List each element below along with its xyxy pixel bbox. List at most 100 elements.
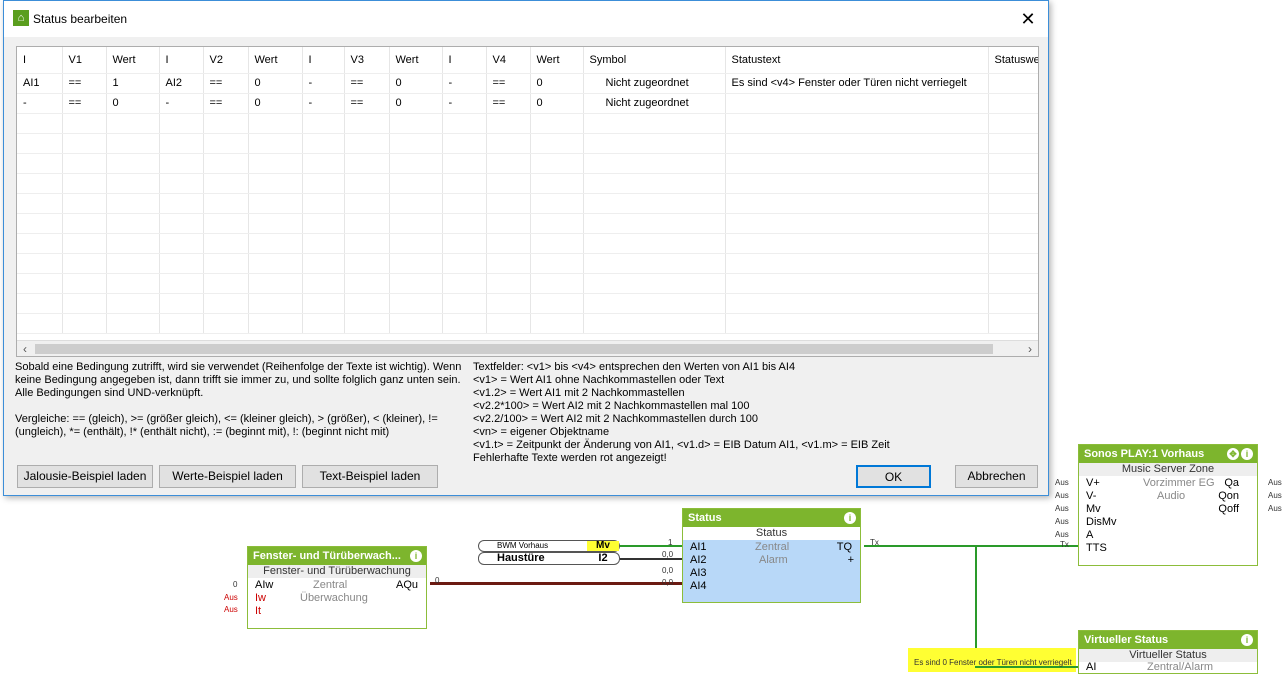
add-output-button[interactable]: + [848, 554, 854, 567]
table-cell[interactable]: - [442, 93, 487, 114]
input-pin[interactable]: V+ [1086, 477, 1100, 490]
table-row[interactable] [17, 213, 1038, 234]
input-pin[interactable]: A [1086, 529, 1093, 542]
input-pin[interactable]: AI1 [690, 541, 707, 554]
table-cell[interactable] [17, 253, 63, 274]
info-icon[interactable]: i [844, 512, 856, 524]
column-header[interactable]: V3 [344, 47, 390, 74]
table-cell[interactable] [62, 173, 107, 194]
table-cell[interactable] [106, 233, 160, 254]
table-cell[interactable] [442, 133, 487, 154]
table-cell[interactable] [248, 133, 303, 154]
table-cell[interactable] [389, 253, 443, 274]
horizontal-scrollbar[interactable]: ‹ › [17, 340, 1038, 356]
info-icon[interactable]: i [1241, 448, 1253, 460]
table-cell[interactable]: == [344, 93, 390, 114]
table-cell[interactable] [203, 253, 249, 274]
table-cell[interactable] [530, 133, 584, 154]
table-cell[interactable] [62, 133, 107, 154]
table-cell[interactable] [530, 213, 584, 234]
input-pin[interactable]: Mv [1086, 503, 1101, 516]
table-cell[interactable] [389, 213, 443, 234]
table-cell[interactable] [389, 293, 443, 314]
table-cell[interactable] [725, 273, 989, 294]
table-cell[interactable] [302, 253, 345, 274]
table-cell[interactable] [62, 293, 107, 314]
table-cell[interactable] [203, 153, 249, 174]
table-row[interactable] [17, 273, 1038, 294]
table-cell[interactable]: == [203, 93, 249, 114]
table-cell[interactable] [344, 253, 390, 274]
table-cell[interactable] [389, 193, 443, 214]
input-ref-haustuere[interactable]: Haustüre I2 [478, 552, 620, 565]
table-cell[interactable] [248, 313, 303, 334]
table-cell[interactable] [17, 173, 63, 194]
table-header-row[interactable]: I V1 Wert I V2 Wert I V3 Wert I V4 Wert Symbol Status… [17, 47, 1038, 74]
table-cell[interactable]: Nicht zugeordnet [583, 73, 726, 94]
table-cell[interactable] [389, 233, 443, 254]
table-cell[interactable]: - [302, 93, 345, 114]
table-cell[interactable] [530, 293, 584, 314]
table-cell[interactable]: 0 [389, 93, 443, 114]
table-cell[interactable] [62, 233, 107, 254]
table-cell[interactable] [486, 273, 531, 294]
table-cell[interactable] [203, 173, 249, 194]
table-cell[interactable] [988, 133, 1038, 154]
table-cell[interactable] [725, 253, 989, 274]
column-header[interactable]: I [17, 47, 63, 74]
table-cell[interactable] [988, 313, 1038, 334]
table-cell[interactable] [159, 133, 204, 154]
table-cell[interactable] [203, 193, 249, 214]
close-button[interactable]: ✕ [1016, 7, 1040, 31]
table-cell[interactable] [106, 133, 160, 154]
table-cell[interactable]: == [486, 73, 531, 94]
table-cell[interactable] [248, 193, 303, 214]
table-cell[interactable] [486, 113, 531, 134]
table-cell[interactable] [159, 233, 204, 254]
table-cell[interactable] [725, 133, 989, 154]
table-cell[interactable] [344, 233, 390, 254]
table-row[interactable] [17, 253, 1038, 274]
table-cell[interactable] [203, 313, 249, 334]
table-row[interactable] [17, 193, 1038, 214]
table-row[interactable] [17, 133, 1038, 154]
table-cell[interactable] [203, 133, 249, 154]
input-pin[interactable]: AI3 [690, 567, 707, 580]
table-cell[interactable] [442, 273, 487, 294]
table-cell[interactable] [988, 253, 1038, 274]
column-header[interactable]: Wert [248, 47, 303, 74]
table-cell[interactable]: 0 [248, 73, 303, 94]
table-cell[interactable] [725, 153, 989, 174]
table-cell[interactable]: 1 [106, 73, 160, 94]
table-cell[interactable] [988, 233, 1038, 254]
table-cell[interactable] [389, 173, 443, 194]
table-cell[interactable] [583, 253, 726, 274]
table-cell[interactable] [583, 193, 726, 214]
table-cell[interactable] [248, 173, 303, 194]
table-cell[interactable] [442, 153, 487, 174]
table-cell[interactable] [988, 173, 1038, 194]
virtual-status-block[interactable]: Virtueller Status i Virtueller Status AI… [1078, 630, 1258, 674]
table-cell[interactable] [486, 313, 531, 334]
table-row[interactable]: - == 0- == 0- == 0- == 0 Nicht zugeordnet [17, 93, 1038, 114]
column-header[interactable]: V4 [486, 47, 531, 74]
table-cell[interactable] [106, 193, 160, 214]
table-cell[interactable]: AI1 [17, 73, 63, 94]
input-pin[interactable]: AI [1086, 661, 1096, 674]
table-cell[interactable] [583, 113, 726, 134]
table-cell[interactable] [17, 213, 63, 234]
column-header[interactable]: Symbol [583, 47, 726, 74]
table-cell[interactable] [442, 253, 487, 274]
table-cell[interactable] [62, 113, 107, 134]
input-pin[interactable]: Iw [255, 592, 266, 605]
table-cell[interactable] [62, 313, 107, 334]
table-cell[interactable] [248, 213, 303, 234]
input-pin[interactable]: AI4 [690, 580, 707, 593]
column-header[interactable]: Statustext [725, 47, 989, 74]
table-cell[interactable]: == [344, 73, 390, 94]
status-block[interactable]: Status i Status AI1 AI2 AI3 AI4 Zentral … [682, 508, 861, 603]
table-cell[interactable] [530, 313, 584, 334]
info-icon[interactable]: i [410, 550, 422, 562]
sonos-block[interactable]: Sonos PLAY:1 Vorhaus ✥ i Music Server Zo… [1078, 444, 1258, 566]
table-cell[interactable] [486, 193, 531, 214]
